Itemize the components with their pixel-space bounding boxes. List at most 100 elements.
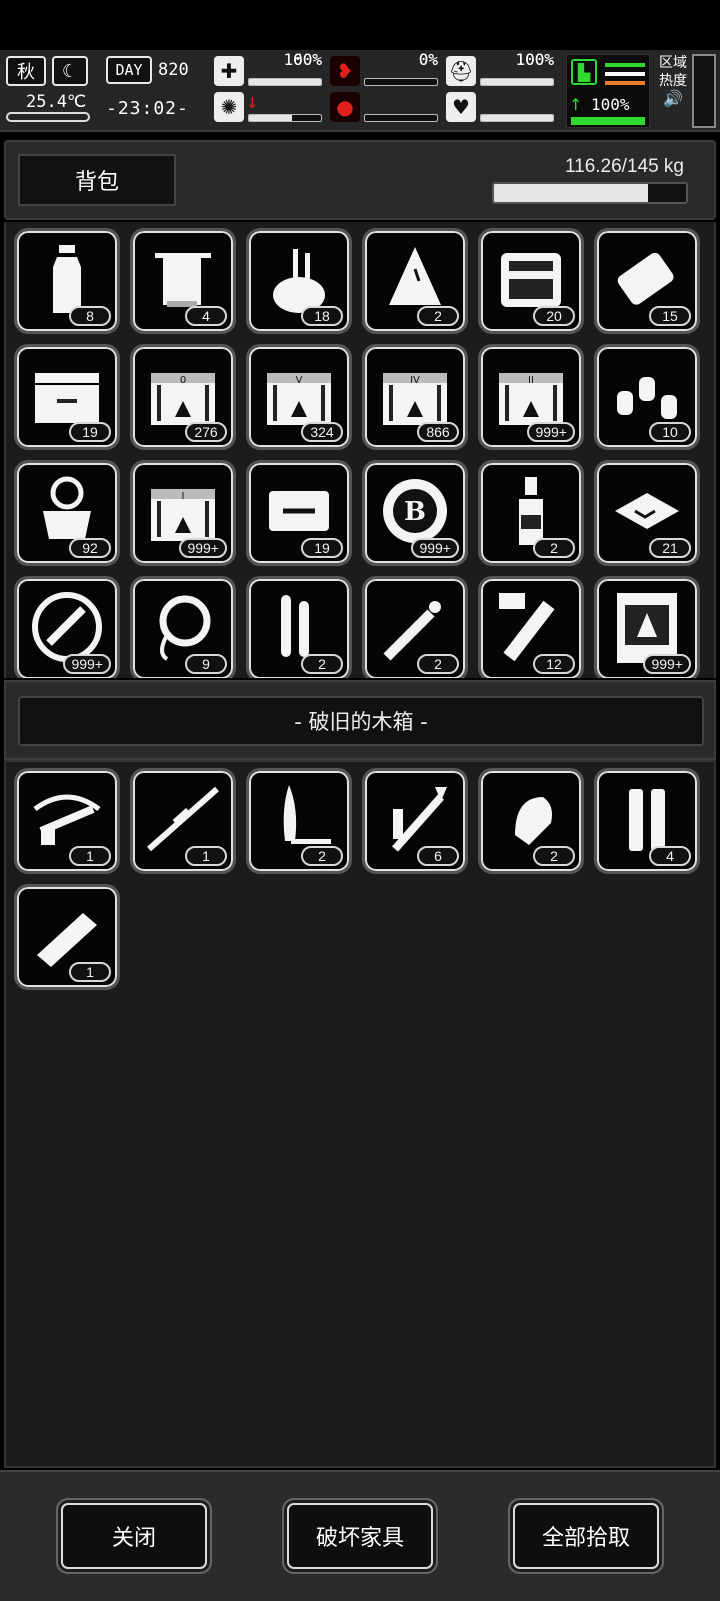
item-slot[interactable]: 4	[130, 228, 236, 334]
svg-text:V: V	[296, 375, 303, 386]
heat-stripe-white	[605, 72, 645, 76]
helmet-icon: ⛑	[446, 56, 476, 86]
boot-icon: ▙	[571, 59, 597, 85]
item-count: 324	[301, 422, 343, 442]
item-slot[interactable]: V 324	[246, 344, 352, 450]
weight-bar	[492, 182, 688, 204]
item-count: 4	[185, 306, 227, 326]
stat-value: 100%	[515, 50, 554, 69]
item-count: 8	[69, 306, 111, 326]
item-slot[interactable]: 21	[594, 460, 700, 566]
stat-trend-icon: ↓	[246, 94, 259, 112]
item-count: 999+	[527, 422, 575, 442]
stamina-bar	[571, 117, 645, 125]
temperature-readout: 25.4℃	[26, 92, 87, 112]
item-slot[interactable]: 999+	[14, 576, 120, 678]
item-slot[interactable]: IV 866	[362, 344, 468, 450]
item-slot[interactable]: 10	[594, 344, 700, 450]
stat-value: 0%	[418, 50, 438, 69]
backpack-title: 背包	[18, 154, 176, 206]
item-slot[interactable]: 9	[130, 576, 236, 678]
item-slot[interactable]: II 999+	[478, 344, 584, 450]
stat-value: 60%	[293, 50, 322, 69]
item-count: 999+	[643, 654, 691, 674]
item-slot[interactable]: 2	[246, 768, 352, 874]
item-count: 2	[301, 654, 343, 674]
zone-heat-label-2: 热度	[659, 73, 687, 89]
zone-heat[interactable]: 区域 热度 🔊	[656, 54, 690, 128]
item-slot[interactable]: 2	[362, 228, 468, 334]
close-button[interactable]: 关闭	[56, 1498, 212, 1574]
day-label: DAY	[115, 61, 143, 79]
item-count: 4	[649, 846, 691, 866]
take-all-button[interactable]: 全部拾取	[508, 1498, 664, 1574]
svg-text:II: II	[528, 375, 534, 386]
item-slot[interactable]: 1	[14, 768, 120, 874]
item-slot[interactable]: B 999+	[362, 460, 468, 566]
item-slot[interactable]: 20	[478, 228, 584, 334]
item-slot[interactable]: 8	[14, 228, 120, 334]
item-slot[interactable]: 0 276	[130, 344, 236, 450]
item-slot[interactable]: 2	[246, 576, 352, 678]
container-header: - 破旧的木箱 -	[4, 680, 716, 760]
item-count: 999+	[63, 654, 111, 674]
item-slot[interactable]: 12	[478, 576, 584, 678]
item-count: 10	[649, 422, 691, 442]
action-bar: 关闭 破坏家具 全部拾取	[0, 1470, 720, 1601]
item-count: 15	[649, 306, 691, 326]
svg-text:B: B	[404, 497, 426, 527]
item-count: 276	[185, 422, 227, 442]
stat-bar	[480, 78, 554, 86]
backpack-grid[interactable]: 8 4 18 2 20 15 19 0 276 V 324 IV 866 II 999+ 10 92 I 999+ 1…	[4, 222, 716, 678]
item-count: 999+	[411, 538, 459, 558]
item-slot[interactable]: 1	[130, 768, 236, 874]
medkit-icon: ✚	[214, 56, 244, 86]
item-slot[interactable]: 2	[478, 768, 584, 874]
survival-hud: 秋 ☾ 25.4℃ DAY 820 -23:02- ✚ 100% ❥ 0% ⛑ 100% ✺…	[0, 50, 720, 132]
item-count: 2	[533, 538, 575, 558]
heart-icon: ♥	[446, 92, 476, 122]
heat-stripe-orange	[605, 81, 645, 85]
speaker-icon[interactable]: 🔊	[656, 90, 690, 108]
item-slot[interactable]: 15	[594, 228, 700, 334]
moon-icon: ☾	[52, 56, 88, 86]
item-slot[interactable]: 19	[14, 344, 120, 450]
item-count: 1	[185, 846, 227, 866]
stomach-icon: ❥	[330, 56, 360, 86]
svg-text:0: 0	[180, 375, 186, 386]
item-slot[interactable]: 4	[594, 768, 700, 874]
item-slot[interactable]: 2	[478, 460, 584, 566]
item-count: 6	[417, 846, 459, 866]
item-count: 12	[533, 654, 575, 674]
item-count: 92	[69, 538, 111, 558]
season-badge: 秋	[6, 56, 46, 86]
destroy-furniture-button[interactable]: 破坏家具	[282, 1498, 438, 1574]
system-status-bar	[0, 0, 720, 50]
item-count: 9	[185, 654, 227, 674]
container-grid[interactable]: 1 1 2 6 2 4 1	[4, 760, 716, 1468]
item-slot[interactable]: I 999+	[130, 460, 236, 566]
item-count: 18	[301, 306, 343, 326]
item-count: 2	[533, 846, 575, 866]
item-slot[interactable]: 6	[362, 768, 468, 874]
svg-text:IV: IV	[410, 375, 420, 386]
item-count: 2	[417, 306, 459, 326]
item-slot[interactable]: 999+	[594, 576, 700, 678]
item-slot[interactable]: 2	[362, 576, 468, 678]
item-slot[interactable]: 92	[14, 460, 120, 566]
item-slot[interactable]: 18	[246, 228, 352, 334]
stat-bar	[248, 78, 322, 86]
stat-bar	[364, 114, 438, 122]
svg-text:I: I	[182, 491, 185, 502]
stamina-panel: ▙ ↑ 100%	[566, 54, 650, 128]
thermometer-icon	[6, 112, 90, 122]
container-name: - 破旧的木箱 -	[18, 696, 704, 746]
day-number: 820	[158, 60, 189, 80]
item-slot[interactable]: 19	[246, 460, 352, 566]
item-slot[interactable]: 1	[14, 884, 120, 990]
clock-readout: -23:02-	[106, 98, 189, 119]
stat-bar	[248, 114, 322, 122]
stamina-value: 100%	[591, 95, 630, 114]
stamina-trend-icon: ↑	[569, 95, 583, 114]
item-count: 19	[69, 422, 111, 442]
